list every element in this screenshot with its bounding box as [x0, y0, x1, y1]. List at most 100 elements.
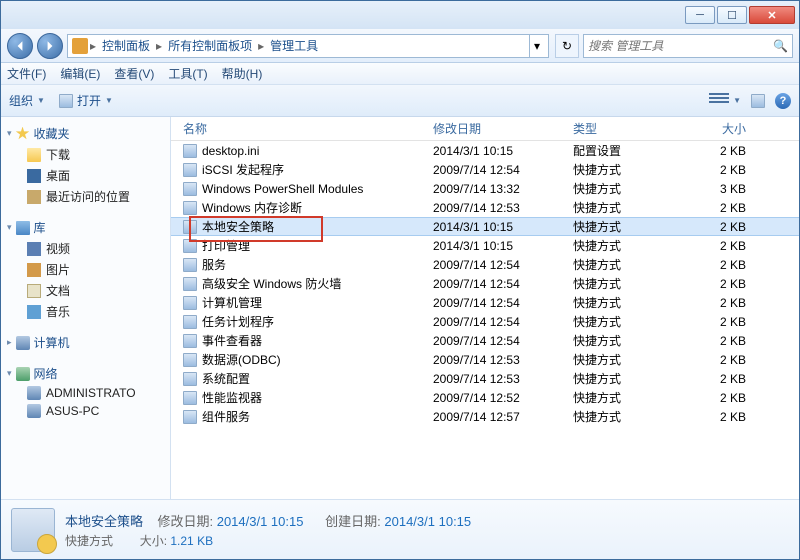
file-type: 快捷方式 — [567, 408, 692, 425]
minimize-button[interactable]: ─ — [685, 6, 715, 24]
nav-favorites-header[interactable]: ▾收藏夹 — [5, 123, 166, 144]
navigation-pane[interactable]: ▾收藏夹 下载 桌面 最近访问的位置 ▾库 视频 图片 文档 音乐 ▸计算机 ▾… — [1, 117, 171, 499]
search-input[interactable] — [588, 39, 773, 53]
breadcrumb-history-dropdown[interactable]: ▾ — [529, 35, 544, 57]
file-name: 组件服务 — [202, 408, 250, 425]
close-button[interactable]: ✕ — [749, 6, 795, 24]
desktop-icon — [27, 169, 41, 183]
file-type: 快捷方式 — [567, 199, 692, 216]
view-mode-button[interactable]: ▼ — [709, 93, 741, 109]
breadcrumb-mid[interactable]: 所有控制面板项 — [164, 37, 256, 54]
details-metadata: 本地安全策略 修改日期: 2014/3/1 10:15 创建日期: 2014/3… — [65, 511, 471, 549]
maximize-button[interactable]: ☐ — [717, 6, 747, 24]
file-row[interactable]: 性能监视器2009/7/14 12:52快捷方式2 KB — [171, 388, 799, 407]
file-row[interactable]: 本地安全策略2014/3/1 10:15快捷方式2 KB — [171, 217, 799, 236]
file-row[interactable]: 事件查看器2009/7/14 12:54快捷方式2 KB — [171, 331, 799, 350]
column-header-type[interactable]: 类型 — [567, 120, 692, 137]
file-icon — [183, 220, 197, 234]
file-row[interactable]: 打印管理2014/3/1 10:15快捷方式2 KB — [171, 236, 799, 255]
forward-button[interactable] — [37, 33, 63, 59]
column-header-name[interactable]: 名称 — [177, 120, 427, 137]
open-button[interactable]: 打开 ▼ — [59, 92, 113, 109]
back-button[interactable] — [7, 33, 33, 59]
file-name: 性能监视器 — [202, 389, 262, 406]
file-type: 快捷方式 — [567, 275, 692, 292]
file-name: 服务 — [202, 256, 226, 273]
nav-videos[interactable]: 视频 — [5, 238, 166, 259]
column-header-modified[interactable]: 修改日期 — [427, 120, 567, 137]
menu-edit[interactable]: 编辑(E) — [60, 65, 100, 82]
file-row[interactable]: iSCSI 发起程序2009/7/14 12:54快捷方式2 KB — [171, 160, 799, 179]
nav-network-header[interactable]: ▾网络 — [5, 363, 166, 384]
file-row[interactable]: Windows PowerShell Modules2009/7/14 13:3… — [171, 179, 799, 198]
column-header-size[interactable]: 大小 — [692, 120, 752, 137]
file-modified: 2009/7/14 12:54 — [427, 315, 567, 329]
titlebar[interactable]: ─ ☐ ✕ — [1, 1, 799, 29]
chevron-right-icon: ▸ — [90, 39, 96, 53]
file-modified: 2009/7/14 12:54 — [427, 163, 567, 177]
collapse-icon: ▾ — [7, 368, 12, 379]
nav-downloads[interactable]: 下载 — [5, 144, 166, 165]
nav-network-pc[interactable]: ASUS-PC — [5, 402, 166, 420]
nav-recent[interactable]: 最近访问的位置 — [5, 186, 166, 207]
details-subtitle: 快捷方式 — [65, 534, 113, 548]
search-box[interactable]: 🔍 — [583, 34, 793, 58]
file-type: 快捷方式 — [567, 180, 692, 197]
file-icon — [183, 353, 197, 367]
breadcrumb[interactable]: ▸ 控制面板 ▸ 所有控制面板项 ▸ 管理工具 ▾ — [67, 34, 549, 58]
file-name: Windows 内存诊断 — [202, 199, 302, 216]
nav-desktop[interactable]: 桌面 — [5, 165, 166, 186]
menu-tools[interactable]: 工具(T) — [168, 65, 207, 82]
file-row[interactable]: 计算机管理2009/7/14 12:54快捷方式2 KB — [171, 293, 799, 312]
details-created-value: 2014/3/1 10:15 — [384, 514, 471, 529]
file-modified: 2009/7/14 12:54 — [427, 334, 567, 348]
file-name: iSCSI 发起程序 — [202, 161, 284, 178]
breadcrumb-root[interactable]: 控制面板 — [98, 37, 154, 54]
nav-documents[interactable]: 文档 — [5, 280, 166, 301]
explorer-window: ─ ☐ ✕ ▸ 控制面板 ▸ 所有控制面板项 ▸ 管理工具 ▾ ↻ 🔍 文件(F… — [0, 0, 800, 560]
organize-button[interactable]: 组织 ▼ — [9, 92, 45, 109]
menu-help[interactable]: 帮助(H) — [222, 65, 263, 82]
file-name: 计算机管理 — [202, 294, 262, 311]
file-row[interactable]: Windows 内存诊断2009/7/14 12:53快捷方式2 KB — [171, 198, 799, 217]
file-name: desktop.ini — [202, 144, 259, 158]
file-row[interactable]: 服务2009/7/14 12:54快捷方式2 KB — [171, 255, 799, 274]
nav-libraries-header[interactable]: ▾库 — [5, 217, 166, 238]
file-row[interactable]: 组件服务2009/7/14 12:57快捷方式2 KB — [171, 407, 799, 426]
file-icon — [183, 391, 197, 405]
preview-pane-toggle[interactable] — [751, 94, 765, 108]
chevron-right-icon: ▸ — [258, 39, 264, 53]
file-type: 配置设置 — [567, 142, 692, 159]
file-row[interactable]: 系统配置2009/7/14 12:53快捷方式2 KB — [171, 369, 799, 388]
computer-icon — [27, 404, 41, 418]
menu-file[interactable]: 文件(F) — [7, 65, 46, 82]
file-list-body[interactable]: desktop.ini2014/3/1 10:15配置设置2 KBiSCSI 发… — [171, 141, 799, 499]
file-row[interactable]: 任务计划程序2009/7/14 12:54快捷方式2 KB — [171, 312, 799, 331]
video-icon — [27, 242, 41, 256]
help-button[interactable]: ? — [775, 93, 791, 109]
file-type: 快捷方式 — [567, 351, 692, 368]
nav-computer-header[interactable]: ▸计算机 — [5, 332, 166, 353]
file-size: 2 KB — [692, 163, 752, 177]
file-row[interactable]: desktop.ini2014/3/1 10:15配置设置2 KB — [171, 141, 799, 160]
file-size: 2 KB — [692, 258, 752, 272]
picture-icon — [27, 263, 41, 277]
details-created-label: 创建日期: — [325, 514, 381, 529]
file-size: 2 KB — [692, 410, 752, 424]
file-row[interactable]: 数据源(ODBC)2009/7/14 12:53快捷方式2 KB — [171, 350, 799, 369]
menu-view[interactable]: 查看(V) — [114, 65, 154, 82]
expand-icon: ▸ — [7, 337, 12, 348]
details-title: 本地安全策略 — [65, 514, 143, 529]
nav-network-pc[interactable]: ADMINISTRATO — [5, 384, 166, 402]
nav-music[interactable]: 音乐 — [5, 301, 166, 322]
breadcrumb-leaf[interactable]: 管理工具 — [266, 37, 322, 54]
file-name: 系统配置 — [202, 370, 250, 387]
chevron-right-icon: ▸ — [156, 39, 162, 53]
explorer-body: ▾收藏夹 下载 桌面 最近访问的位置 ▾库 视频 图片 文档 音乐 ▸计算机 ▾… — [1, 117, 799, 499]
file-row[interactable]: 高级安全 Windows 防火墙2009/7/14 12:54快捷方式2 KB — [171, 274, 799, 293]
refresh-button[interactable]: ↻ — [555, 34, 579, 58]
file-list-view: 名称 修改日期 类型 大小 desktop.ini2014/3/1 10:15配… — [171, 117, 799, 499]
music-icon — [27, 305, 41, 319]
search-icon[interactable]: 🔍 — [773, 39, 788, 53]
nav-pictures[interactable]: 图片 — [5, 259, 166, 280]
